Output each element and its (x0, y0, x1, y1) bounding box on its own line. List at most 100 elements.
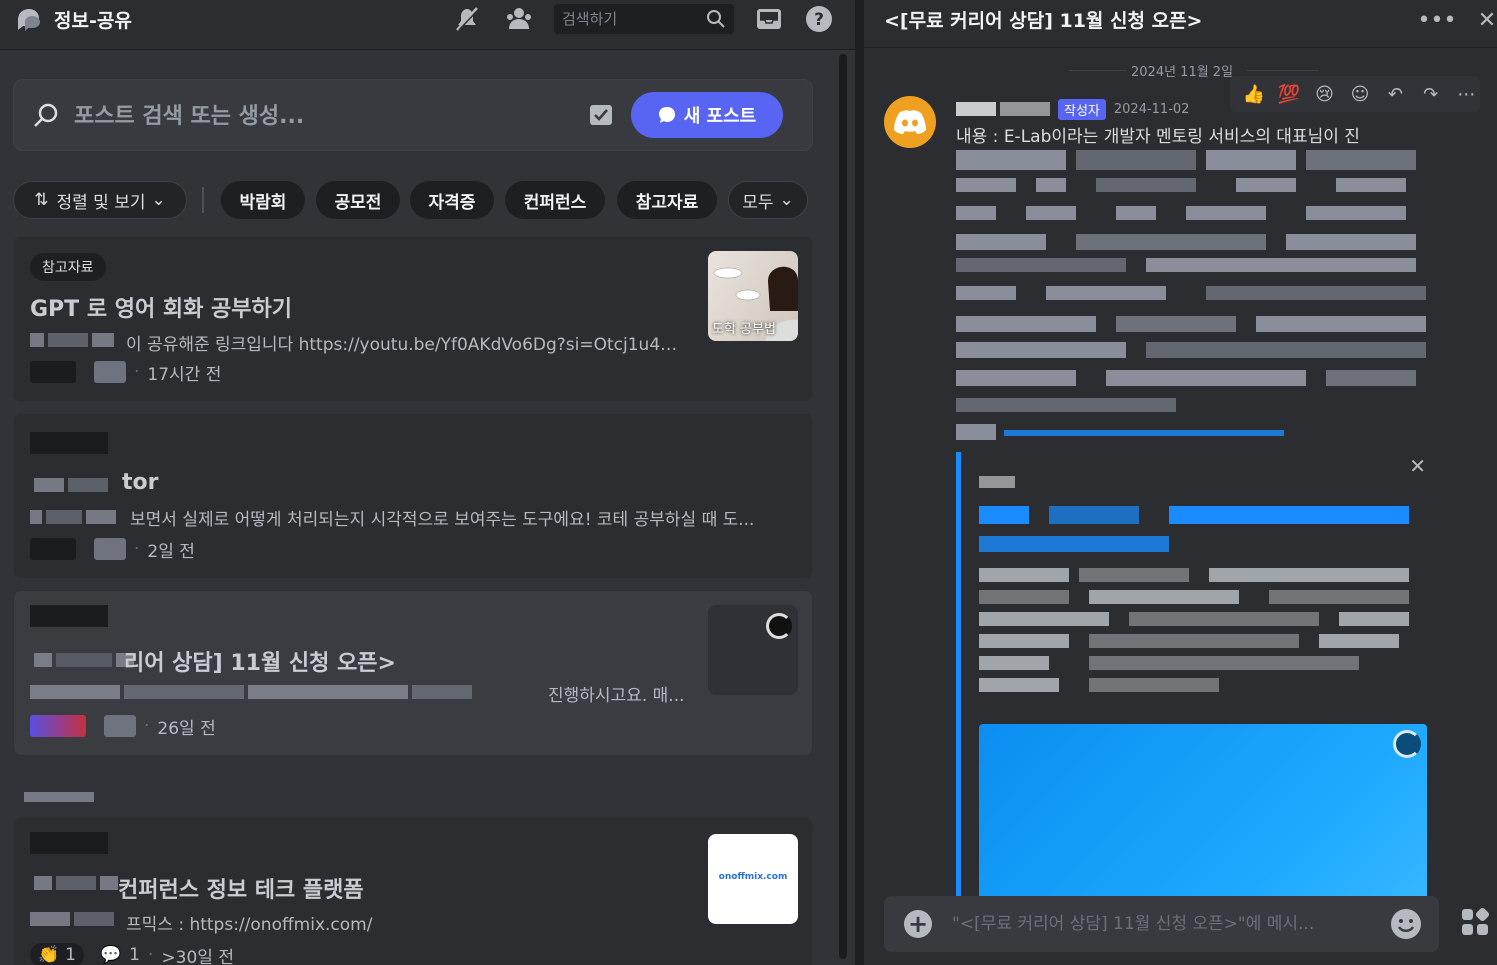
clap-emoji-icon: 👏 (38, 945, 60, 965)
header-search[interactable] (554, 4, 734, 34)
forum-pane: 정보-공유 ? 새 (0, 0, 855, 965)
post-card-selected[interactable]: 리어 상담] 11월 신청 오픈> 진행하시고요. 매... · 26일 전 (13, 590, 813, 756)
redacted-title (34, 476, 108, 494)
redacted-author (30, 910, 114, 928)
post-meta: · 17시간 전 (30, 359, 221, 385)
post-search-bar[interactable]: 새 포스트 (13, 79, 813, 151)
chevron-down-icon: ⌄ (151, 190, 166, 210)
more-options-icon[interactable]: ••• (1418, 6, 1457, 34)
redacted-tag (30, 832, 108, 854)
redacted-tag (30, 605, 108, 627)
post-card[interactable]: 참고자료 GPT 로 영어 회화 공부하기 이 공유해준 링크입니다 https… (13, 236, 813, 402)
tag-filter-conference[interactable]: 컨퍼런스 (505, 181, 605, 219)
post-title: 컨퍼런스 정보 테크 플랫폼 (118, 878, 364, 903)
filter-bar: ⇅ 정렬 및 보기 ⌄ 박람회 공모전 자격증 컨퍼런스 참고자료 모두 ⌄ (13, 181, 813, 221)
onoffmix-logo: onoffmix.com (718, 872, 788, 882)
redacted-avatar (30, 715, 86, 737)
discord-logo-icon (894, 110, 926, 134)
post-time: 2일 전 (147, 541, 195, 562)
post-tag: 참고자료 (30, 253, 106, 281)
svg-text:?: ? (814, 10, 824, 30)
hundred-reaction-icon[interactable]: 💯 (1275, 80, 1302, 108)
post-snippet: 진행하시고요. 매... (548, 686, 685, 706)
link-embed: ✕ (956, 452, 1436, 912)
thumbs-up-reaction-icon[interactable]: 👍 (1240, 80, 1267, 108)
tag-filter-expo[interactable]: 박람회 (221, 181, 305, 219)
inbox-icon[interactable] (754, 4, 784, 34)
sort-view-label: 정렬 및 보기 (56, 192, 146, 213)
message-composer: + (884, 896, 1439, 952)
loading-spinner-icon (766, 613, 792, 639)
reply-count: 1 (129, 945, 140, 965)
more-icon[interactable]: ⋯ (1453, 80, 1480, 108)
tag-filter-contest[interactable]: 공모전 (316, 181, 400, 219)
crying-reaction-icon[interactable]: 😢 (1311, 80, 1338, 108)
header-search-input[interactable] (562, 7, 702, 31)
redacted-section-label (24, 788, 94, 806)
message-hover-toolbar: 👍 💯 😢 ☺ ↶ ↷ ⋯ (1230, 76, 1480, 112)
post-time: 17시간 전 (147, 364, 222, 385)
member-list-icon[interactable] (504, 4, 534, 34)
notification-mute-icon[interactable] (452, 4, 482, 34)
checklist-icon[interactable] (588, 102, 614, 128)
date-divider-text: 2024년 11월 2일 (1131, 65, 1234, 80)
embed-image[interactable] (979, 724, 1427, 904)
scrollbar-thumb[interactable] (839, 54, 847, 959)
reply-icon[interactable]: ↶ (1382, 80, 1409, 108)
tag-filter-certificate[interactable]: 자격증 (410, 181, 494, 219)
post-time: >30일 전 (161, 947, 234, 965)
new-post-label: 새 포스트 (683, 106, 757, 127)
close-icon[interactable]: ✕ (1472, 6, 1497, 34)
message-icon (94, 361, 126, 383)
redacted-title (34, 651, 134, 669)
post-search-input[interactable] (74, 100, 554, 132)
apps-icon[interactable] (1459, 906, 1491, 938)
tag-filter-reference[interactable]: 참고자료 (617, 181, 717, 219)
redacted-message-body (956, 150, 1426, 440)
redacted-title (34, 874, 118, 892)
redacted-avatar (30, 538, 76, 560)
post-title: tor (122, 470, 159, 495)
message-icon (94, 538, 126, 560)
redacted-tag (30, 432, 108, 454)
sort-view-dropdown[interactable]: ⇅ 정렬 및 보기 ⌄ (13, 181, 187, 219)
help-icon[interactable]: ? (804, 4, 834, 34)
reaction-count: 1 (65, 945, 76, 965)
post-snippet: 보면서 실제로 어떻게 처리되는지 시각적으로 보여주는 도구에요! 코테 공부… (130, 510, 755, 530)
post-time: 26일 전 (157, 718, 216, 739)
chevron-down-icon: ⌄ (779, 190, 794, 210)
post-title: 리어 상담] 11월 신청 오픈> (124, 651, 396, 676)
message-icon (104, 715, 136, 737)
reaction-chip[interactable]: 👏 1 (30, 943, 84, 965)
message-header: 작성자 2024-11-02 (956, 98, 1189, 120)
post-snippet: 이 공유해준 링크입니다 https://youtu.be/Yf0AKdVo6D… (126, 335, 686, 355)
redacted-embed-content (979, 476, 1409, 692)
add-reaction-icon[interactable]: ☺ (1346, 80, 1373, 108)
post-thumbnail: onoffmix.com (708, 834, 798, 924)
forum-scrollbar[interactable] (838, 54, 848, 959)
post-card[interactable]: 컨퍼런스 정보 테크 플랫폼 프믹스 : https://onoffmix.co… (13, 817, 813, 965)
all-tags-dropdown[interactable]: 모두 ⌄ (728, 181, 808, 219)
thumbnail-caption: 도학 공부법 (712, 322, 776, 337)
sort-icon: ⇅ (34, 190, 49, 210)
post-meta: · 2일 전 (30, 536, 195, 562)
forward-icon[interactable]: ↷ (1417, 80, 1444, 108)
add-attachment-icon[interactable]: + (904, 910, 932, 938)
app-root: 정보-공유 ? 새 (0, 0, 1497, 965)
post-thumbnail: 도학 공부법 (708, 251, 798, 341)
author-avatar[interactable] (884, 96, 936, 148)
chat-bubble-icon (658, 107, 675, 123)
author-badge: 작성자 (1058, 98, 1106, 120)
reply-icon: 💬 (100, 945, 122, 965)
emoji-picker-icon[interactable] (1391, 909, 1421, 939)
thread-header: <[무료 커리어 상담] 11월 신청 오픈> ••• ✕ (864, 0, 1497, 48)
redacted-author-name (956, 100, 1050, 118)
message-input[interactable] (952, 909, 1372, 939)
post-title: GPT 로 영어 회화 공부하기 (30, 297, 292, 322)
post-thumbnail-loading (708, 605, 798, 695)
close-embed-icon[interactable]: ✕ (1409, 454, 1426, 478)
new-post-button[interactable]: 새 포스트 (631, 92, 783, 138)
redacted-author (30, 508, 116, 526)
forum-header: 정보-공유 ? (0, 0, 855, 50)
post-card[interactable]: tor 보면서 실제로 어떻게 처리되는지 시각적으로 보여주는 도구에요! 코… (13, 413, 813, 579)
